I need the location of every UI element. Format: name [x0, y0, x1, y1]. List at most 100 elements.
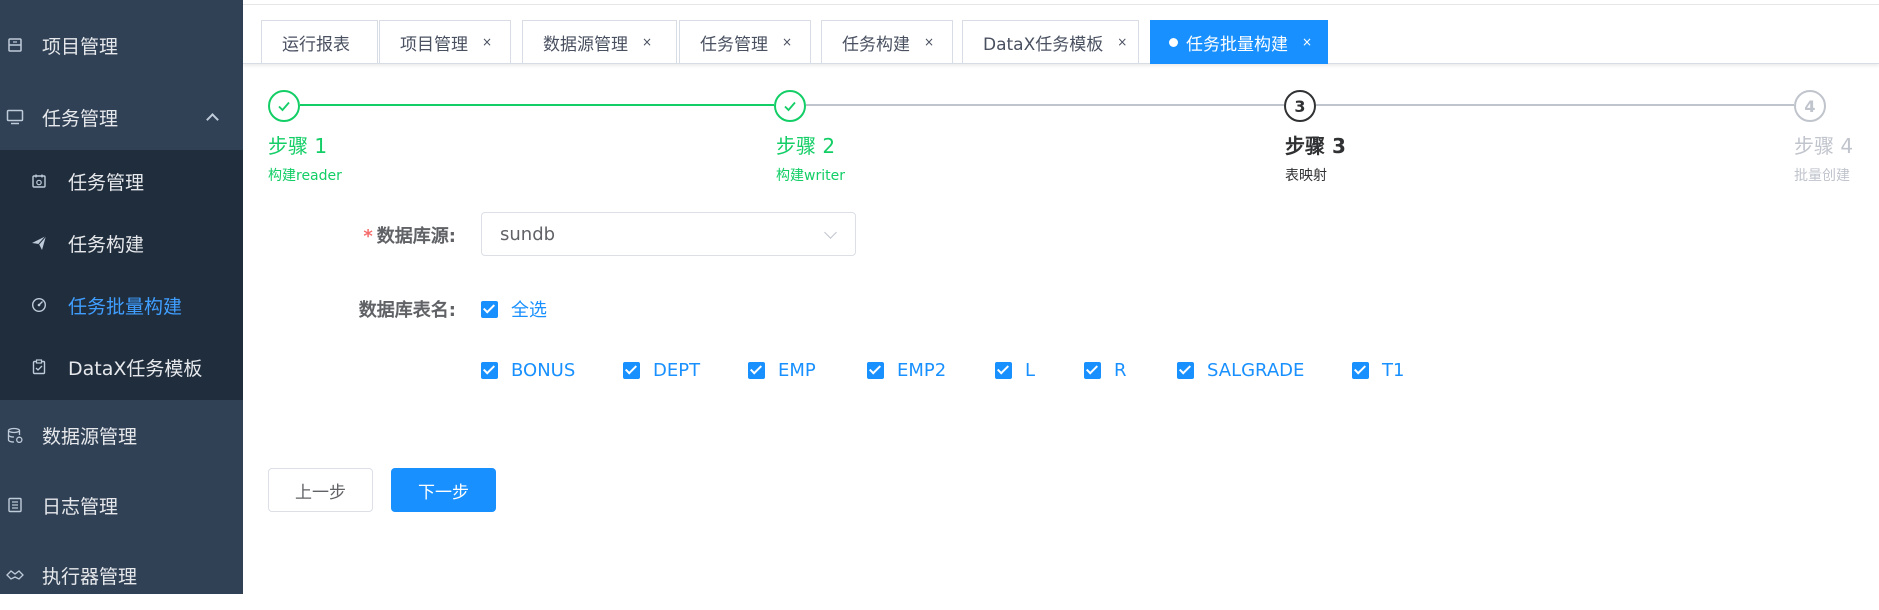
step-title: 步骤 4 [1794, 134, 1854, 158]
tab-label: 数据源管理 [543, 34, 628, 55]
checkbox-checked-icon [867, 362, 884, 379]
checkbox-checked-icon [623, 362, 640, 379]
tab-label: 任务构建 [842, 34, 910, 55]
sidebar-item-datasource[interactable]: 数据源管理 [0, 400, 243, 470]
step-3-circle: 3 [1284, 90, 1316, 122]
required-mark: * [363, 226, 373, 247]
tab-datax-template[interactable]: DataX任务模板 × [962, 20, 1139, 64]
checkbox-checked-icon [995, 362, 1012, 379]
tab-label: 任务批量构建 [1186, 34, 1288, 55]
submenu-item-datax-template[interactable]: DataX任务模板 [0, 336, 243, 398]
step-connector [1316, 104, 1794, 106]
project-icon [6, 36, 24, 54]
monitor-icon [6, 108, 24, 126]
step-1-circle [268, 90, 300, 122]
tab-run-report[interactable]: 运行报表 [261, 20, 378, 64]
database-icon [6, 426, 24, 444]
sidebar-item-executor[interactable]: 执行器管理 [0, 540, 243, 610]
prev-step-button[interactable]: 上一步 [268, 468, 373, 512]
table-checkbox-emp2[interactable]: EMP2 [867, 360, 946, 381]
sidebar-item-project[interactable]: 项目管理 [0, 10, 243, 80]
sidebar-item-label: 执行器管理 [42, 565, 138, 588]
checkbox-label: EMP [778, 360, 816, 381]
tab-datasource-management[interactable]: 数据源管理 × [522, 20, 677, 64]
close-icon[interactable]: × [482, 35, 492, 49]
executor-icon [6, 566, 24, 584]
checkbox-checked-icon [748, 362, 765, 379]
checkbox-label: EMP2 [897, 360, 947, 381]
calendar-icon [30, 172, 48, 190]
close-icon[interactable]: × [642, 35, 652, 49]
table-checkbox-r[interactable]: R [1084, 360, 1127, 381]
sidebar-item-label: 任务管理 [42, 107, 119, 130]
sidebar-item-task-management[interactable]: 任务管理 [0, 82, 243, 152]
close-icon[interactable]: × [1117, 35, 1127, 49]
table-checkbox-l[interactable]: L [995, 360, 1035, 381]
step-4-circle: 4 [1794, 90, 1826, 122]
tab-task-build[interactable]: 任务构建 × [821, 20, 953, 64]
sidebar-item-label: 数据源管理 [42, 425, 138, 448]
submenu-item-label: 任务构建 [68, 233, 145, 256]
tab-project-management[interactable]: 项目管理 × [379, 20, 511, 64]
tab-label: 项目管理 [400, 34, 468, 55]
submenu-item-label: DataX任务模板 [68, 357, 203, 380]
chevron-down-icon [824, 226, 837, 239]
close-icon[interactable]: × [1302, 35, 1312, 49]
tab-label: 运行报表 [282, 34, 350, 55]
table-checkbox-bonus[interactable]: BONUS [481, 360, 575, 381]
table-checkbox-t1[interactable]: T1 [1352, 360, 1404, 381]
checkbox-label: BONUS [511, 360, 576, 381]
checkbox-label: SALGRADE [1207, 360, 1305, 381]
submenu-item-task-build[interactable]: 任务构建 [0, 212, 243, 274]
sidebar: 项目管理 任务管理 任务管理 任务构建 任务批量构建 DataX任务模板 数据源… [0, 0, 243, 594]
step-description: 构建writer [776, 168, 845, 184]
close-icon[interactable]: × [924, 35, 934, 49]
checkbox-checked-icon [1177, 362, 1194, 379]
step-2-circle [774, 90, 806, 122]
check-icon [278, 101, 290, 112]
step-title: 步骤 3 [1285, 134, 1346, 158]
submenu-item-task-management[interactable]: 任务管理 [0, 150, 243, 212]
sidebar-item-log[interactable]: 日志管理 [0, 470, 243, 540]
sidebar-item-label: 项目管理 [42, 35, 119, 58]
next-step-button[interactable]: 下一步 [391, 468, 496, 512]
checkbox-label: 全选 [511, 300, 547, 321]
step-connector [806, 104, 1284, 106]
datasource-label-text: 数据库源: [376, 226, 456, 247]
tab-task-management[interactable]: 任务管理 × [679, 20, 811, 64]
select-all-checkbox[interactable]: 全选 [481, 296, 547, 322]
datasource-label: * 数据库源: [236, 222, 456, 248]
table-checkbox-emp[interactable]: EMP [748, 360, 816, 381]
step-description: 构建reader [268, 168, 342, 184]
log-icon [6, 496, 24, 514]
step-description: 批量创建 [1794, 168, 1850, 184]
checkbox-checked-icon [481, 362, 498, 379]
close-icon[interactable]: × [782, 35, 792, 49]
send-icon [30, 234, 48, 252]
tab-label: DataX任务模板 [983, 34, 1104, 55]
table-checkbox-salgrade[interactable]: SALGRADE [1177, 360, 1304, 381]
datasource-select[interactable]: sundb [481, 212, 856, 256]
submenu-item-batch-build[interactable]: 任务批量构建 [0, 274, 243, 336]
tags-view: 运行报表 项目管理 × 数据源管理 × 任务管理 × 任务构建 × DataX任… [243, 5, 1879, 64]
step-title: 步骤 1 [268, 134, 328, 158]
table-checkbox-dept[interactable]: DEPT [623, 360, 700, 381]
step-connector [300, 104, 774, 106]
datasource-select-value: sundb [500, 223, 556, 245]
step-description: 表映射 [1285, 168, 1327, 184]
table-name-label: 数据库表名: [358, 300, 456, 321]
tab-batch-build[interactable]: 任务批量构建 × [1150, 20, 1328, 64]
check-icon [784, 101, 796, 112]
checkbox-label: L [1025, 360, 1036, 381]
dashboard-icon [30, 296, 48, 314]
tab-label: 任务管理 [700, 34, 768, 55]
step-title: 步骤 2 [776, 134, 836, 158]
clipboard-icon [30, 358, 48, 376]
task-submenu: 任务管理 任务构建 任务批量构建 DataX任务模板 [0, 150, 243, 400]
checkbox-checked-icon [1084, 362, 1101, 379]
checkbox-label: DEPT [653, 360, 701, 381]
chevron-up-icon [206, 113, 219, 126]
active-dot-icon [1169, 37, 1178, 47]
submenu-item-label: 任务批量构建 [68, 295, 183, 318]
checkbox-checked-icon [481, 300, 498, 318]
